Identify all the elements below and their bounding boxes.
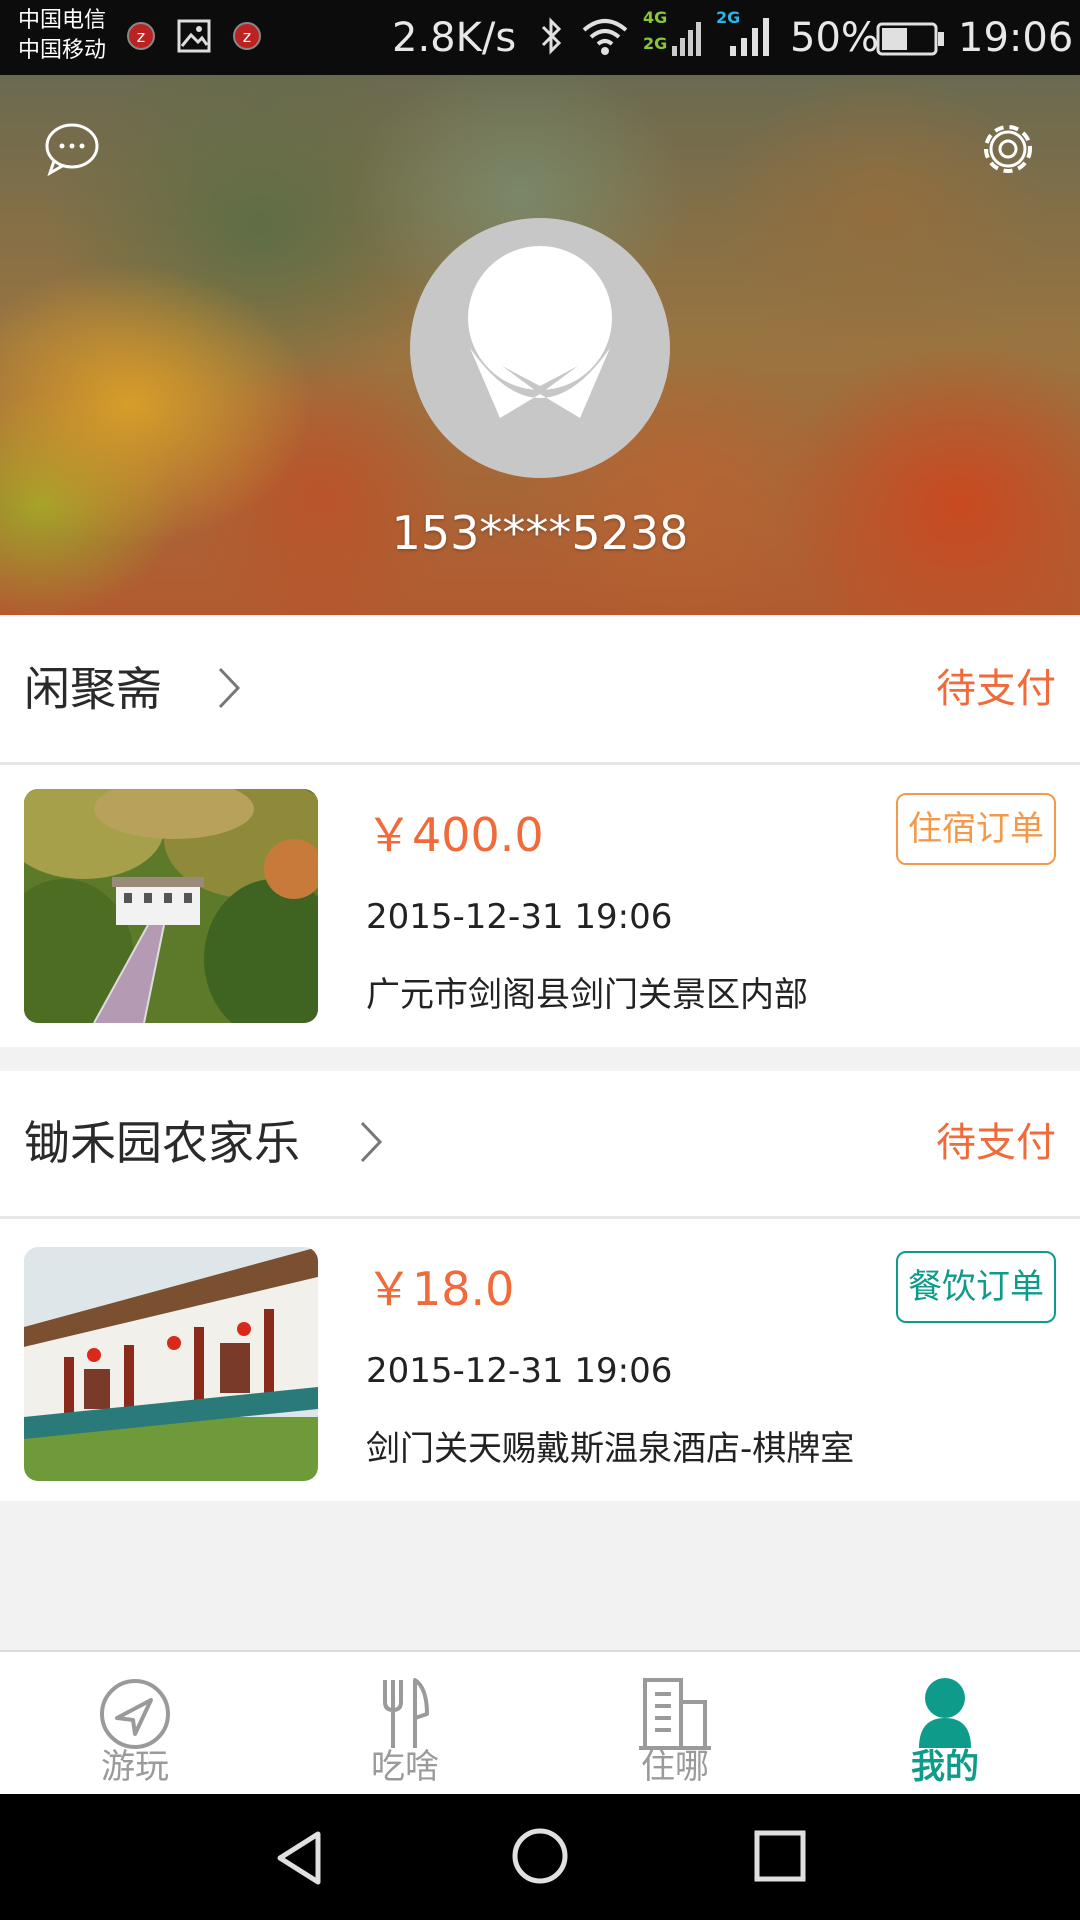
fork-knife-icon xyxy=(383,1678,429,1748)
username: 153****5238 xyxy=(391,506,689,560)
tab-mine[interactable]: 我的 xyxy=(810,1652,1080,1796)
alarm-icon: z xyxy=(233,22,261,50)
bluetooth-icon xyxy=(541,17,562,55)
image-icon xyxy=(177,19,211,53)
back-icon[interactable] xyxy=(272,1828,328,1888)
net-speed: 2.8K/s xyxy=(392,15,517,61)
settings-icon[interactable] xyxy=(976,117,1040,181)
order-address: 剑门关天赐戴斯温泉酒店-棋牌室 xyxy=(366,1429,855,1469)
order-price: ￥18.0 xyxy=(366,1262,515,1316)
carrier-1: 中国电信 xyxy=(18,8,107,33)
message-icon[interactable] xyxy=(40,117,104,181)
net-4g-label: 4G xyxy=(643,8,668,27)
order-shop-row[interactable]: 锄禾园农家乐 待支付 xyxy=(0,1071,1080,1216)
battery-icon xyxy=(876,22,944,56)
order-status: 待支付 xyxy=(936,1120,1056,1166)
compass-icon xyxy=(100,1679,170,1749)
divider xyxy=(0,762,1080,765)
order-thumbnail[interactable] xyxy=(24,789,318,1023)
order-date: 2015-12-31 19:06 xyxy=(366,897,673,937)
tab-label: 游玩 xyxy=(101,1747,169,1787)
tab-eat[interactable]: 吃啥 xyxy=(270,1652,540,1796)
tab-label: 住哪 xyxy=(641,1747,709,1787)
building-icon xyxy=(639,1678,711,1750)
alarm-icon: z xyxy=(127,22,155,50)
wifi-icon xyxy=(582,19,628,55)
clock: 19:06 xyxy=(958,15,1074,61)
avatar[interactable] xyxy=(410,218,670,478)
bottom-tab-bar: 游玩 吃啥 住哪 我的 xyxy=(0,1650,1080,1794)
order-thumbnail[interactable] xyxy=(24,1247,318,1481)
order-card: 锄禾园农家乐 待支付 ￥18.0 2015-12-31 19:06 剑门关天赐戴… xyxy=(0,1071,1080,1501)
chevron-right-icon[interactable] xyxy=(356,1117,386,1167)
signal-icon xyxy=(730,18,769,56)
tab-label: 我的 xyxy=(911,1747,979,1787)
carrier-names: 中国电信 中国移动 xyxy=(18,6,106,66)
shop-name[interactable]: 闲聚斋 xyxy=(24,659,162,719)
order-address: 广元市剑阁县剑门关景区内部 xyxy=(366,975,808,1015)
net-2g-label: 2G xyxy=(643,34,668,53)
order-price: ￥400.0 xyxy=(366,808,544,862)
user-icon xyxy=(919,1678,971,1748)
signal-icon xyxy=(672,22,701,56)
order-date: 2015-12-31 19:06 xyxy=(366,1351,673,1391)
svg-text:z: z xyxy=(243,27,251,46)
battery-percent: 50% xyxy=(790,15,879,61)
order-type-tag: 住宿订单 xyxy=(896,793,1056,865)
carrier-2: 中国移动 xyxy=(18,38,107,63)
svg-text:z: z xyxy=(137,27,145,46)
order-card: 闲聚斋 待支付 ￥400.0 2015-12-31 19:06 广元市剑阁县剑门… xyxy=(0,617,1080,1047)
tab-label: 吃啥 xyxy=(371,1747,439,1787)
home-icon[interactable] xyxy=(510,1826,570,1886)
status-bar: 中国电信 中国移动 z z 2.8K/s 4G 2G 2G 50% 19:06 xyxy=(0,0,1080,75)
chevron-right-icon[interactable] xyxy=(214,663,244,713)
order-shop-row[interactable]: 闲聚斋 待支付 xyxy=(0,617,1080,762)
recents-icon[interactable] xyxy=(752,1828,808,1884)
profile-header: 153****5238 xyxy=(0,75,1080,615)
order-status: 待支付 xyxy=(936,666,1056,712)
screen: 中国电信 中国移动 z z 2.8K/s 4G 2G 2G 50% 19:06 … xyxy=(0,0,1080,1920)
landscape-photo xyxy=(24,789,318,1023)
order-type-tag: 餐饮订单 xyxy=(896,1251,1056,1323)
farmhouse-photo xyxy=(24,1247,318,1481)
divider xyxy=(0,1216,1080,1219)
shop-name[interactable]: 锄禾园农家乐 xyxy=(24,1113,300,1173)
default-avatar-icon xyxy=(468,246,612,418)
tab-play[interactable]: 游玩 xyxy=(0,1652,270,1796)
tab-stay[interactable]: 住哪 xyxy=(540,1652,810,1796)
system-nav-bar xyxy=(0,1794,1080,1920)
